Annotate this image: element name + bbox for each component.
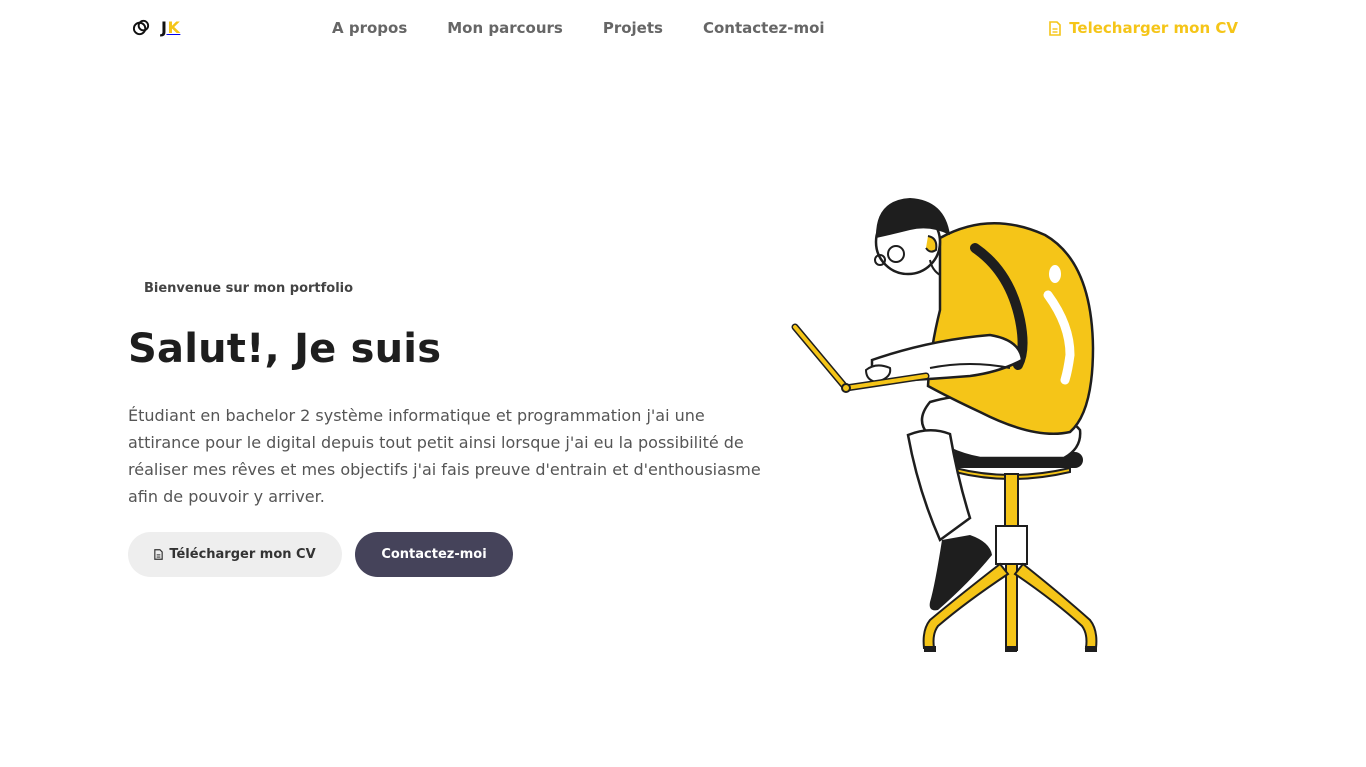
top-navigation: JK A propos Mon parcours Projets Contact… — [0, 0, 1366, 58]
hero-illustration — [791, 198, 1098, 652]
welcome-text: Bienvenue sur mon portfolio — [144, 281, 354, 296]
nav-link-contactez-moi[interactable]: Contactez-moi — [703, 19, 825, 37]
nav-link-a-propos[interactable]: A propos — [332, 19, 407, 37]
person — [864, 198, 1095, 611]
main-menu: A propos Mon parcours Projets Contactez-… — [332, 19, 825, 37]
hero-description: Étudiant en bachelor 2 système informati… — [128, 406, 761, 506]
logo-link[interactable]: JK — [132, 18, 180, 37]
document-icon — [1049, 20, 1061, 36]
download-cv-link[interactable]: Telecharger mon CV — [1049, 19, 1238, 37]
nav-link-mon-parcours[interactable]: Mon parcours — [447, 19, 563, 37]
download-cv-label: Telecharger mon CV — [1069, 19, 1238, 37]
logo-icon — [132, 19, 150, 36]
download-cv-button-label: Télécharger mon CV — [169, 547, 316, 562]
logo-letter-k: K — [167, 18, 181, 37]
download-cv-button[interactable]: Télécharger mon CV — [128, 532, 342, 577]
contact-button[interactable]: Contactez-moi — [355, 532, 513, 577]
nav-link-projets[interactable]: Projets — [603, 19, 663, 37]
logo-text: JK — [161, 18, 180, 37]
document-icon — [154, 549, 164, 560]
hero-title: Salut!, Je suis — [128, 326, 442, 372]
